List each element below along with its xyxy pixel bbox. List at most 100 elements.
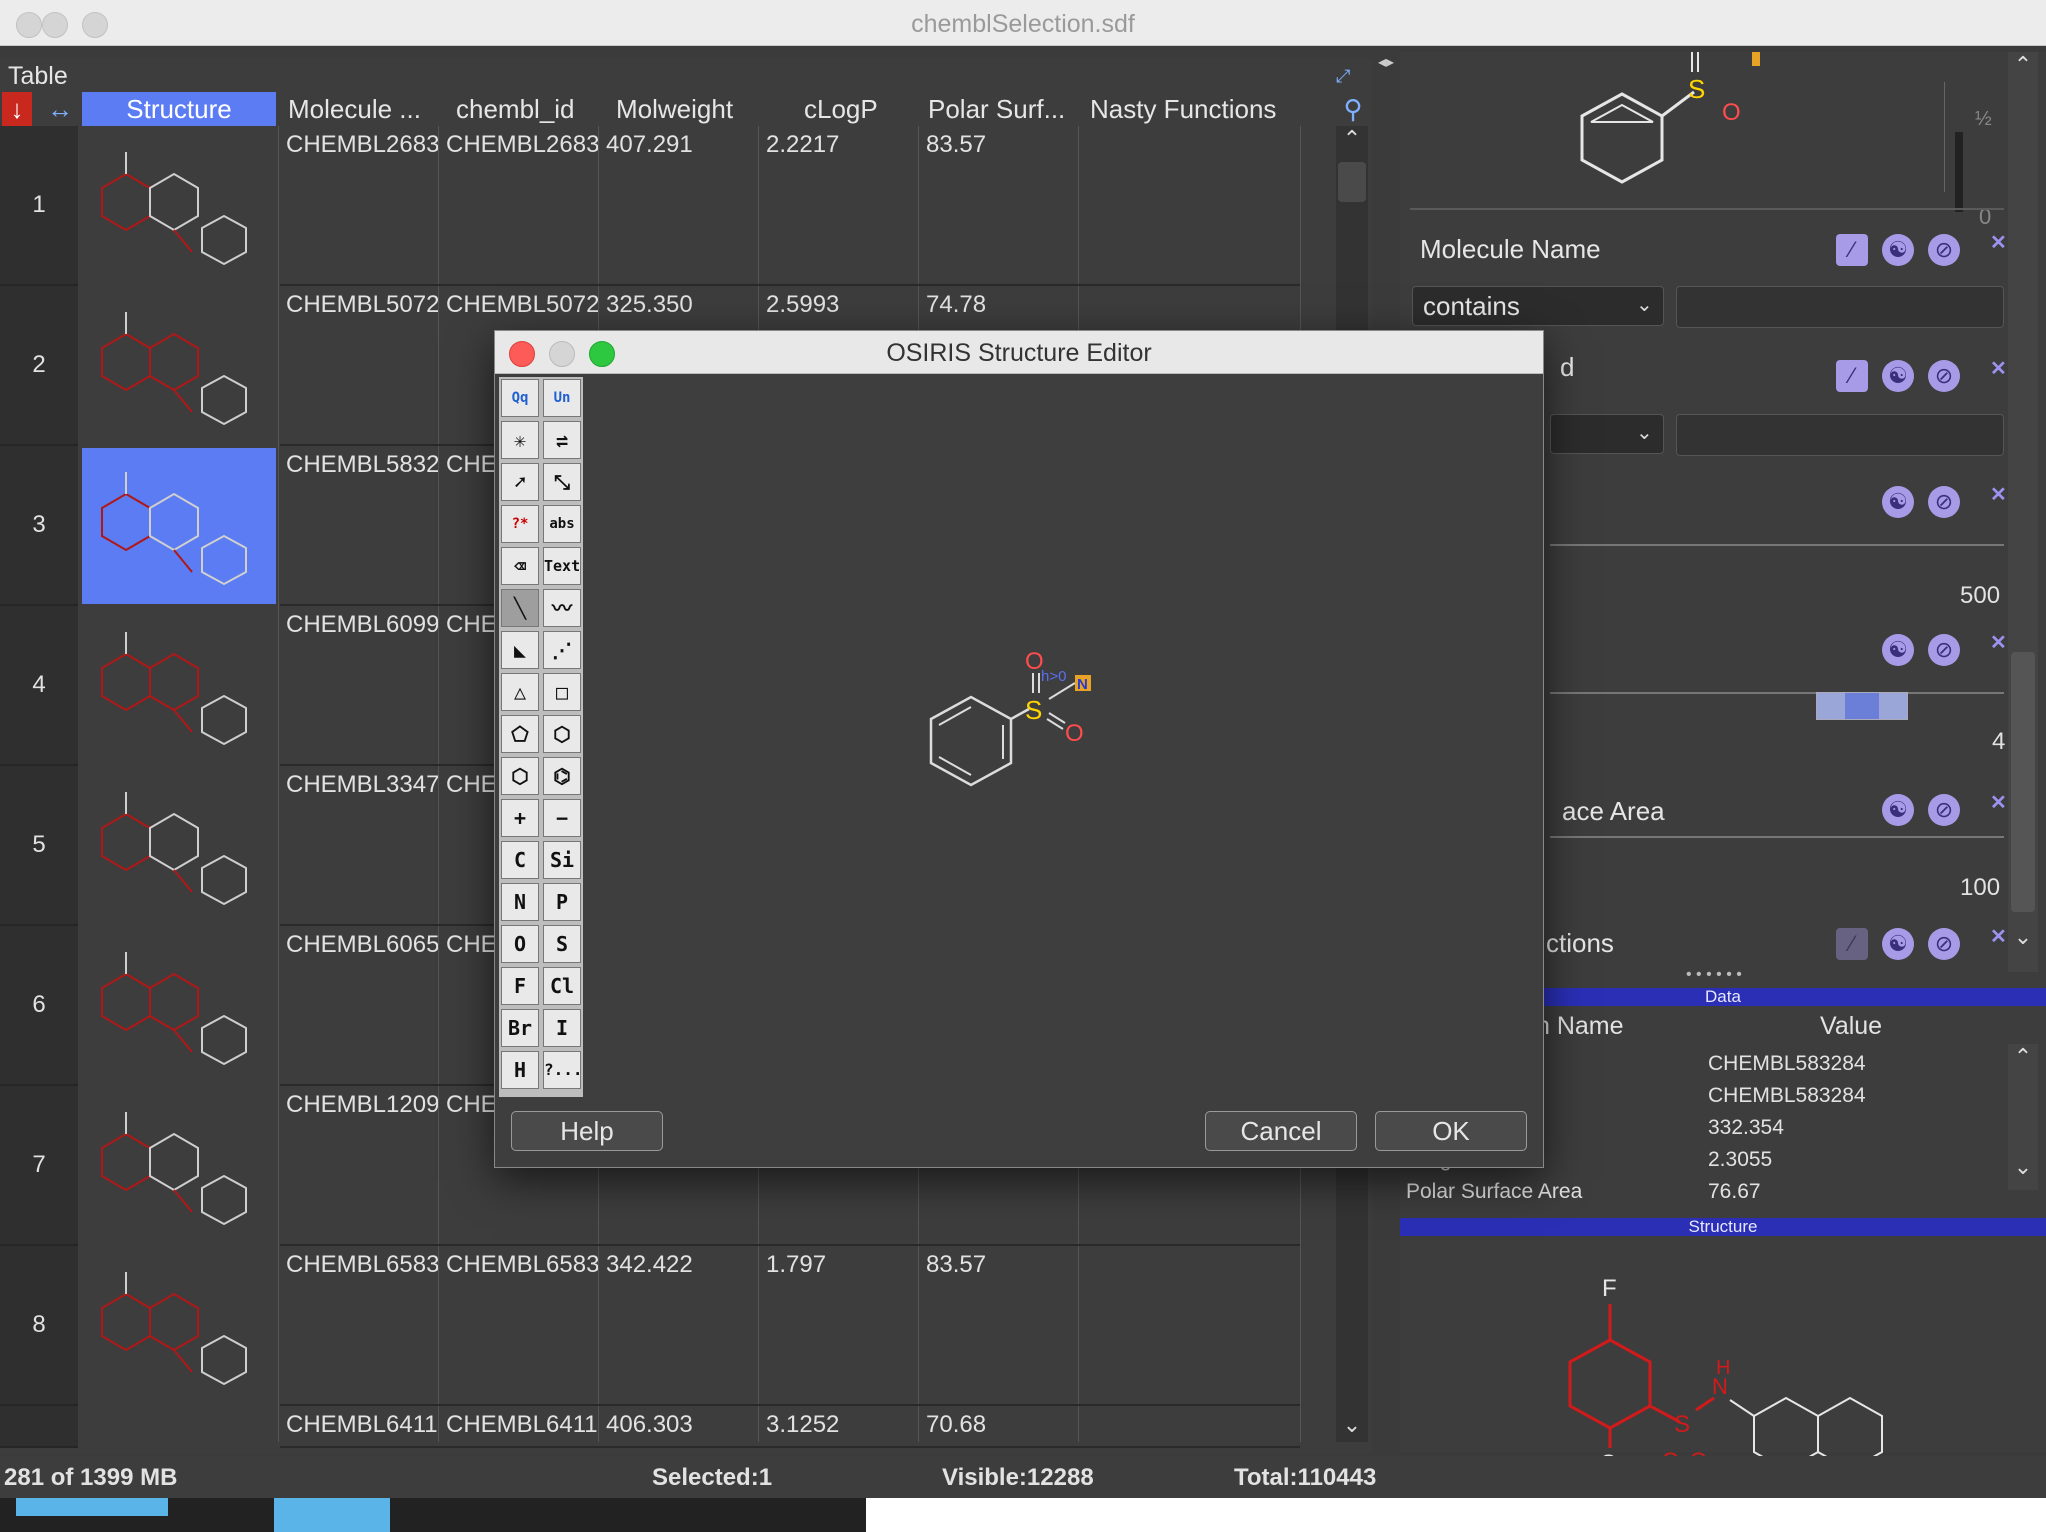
atom-s-button[interactable]: S: [543, 925, 581, 963]
atom-h-button[interactable]: H: [501, 1051, 539, 1089]
table-cell[interactable]: 3.1252: [762, 1408, 918, 1442]
table-cell[interactable]: 70.68: [922, 1408, 1078, 1442]
invert-filter-icon[interactable]: ☯: [1882, 360, 1914, 392]
molecule-name-filter-input[interactable]: [1676, 286, 2004, 328]
row-number[interactable]: 6: [0, 926, 78, 1086]
structure-cell[interactable]: [82, 928, 276, 1084]
drawing-canvas[interactable]: S O O h>0 N: [589, 377, 1539, 1097]
clean-structure-icon[interactable]: ✳: [501, 421, 539, 459]
table-cell[interactable]: CHEMBL5072: [442, 288, 598, 322]
structure-cell[interactable]: [82, 1408, 276, 1446]
invert-filter-icon[interactable]: ☯: [1882, 928, 1914, 960]
stereo-abs-icon[interactable]: abs: [543, 505, 581, 543]
invert-filter-icon[interactable]: ☯: [1882, 634, 1914, 666]
table-cell[interactable]: CHEMBL6411: [282, 1408, 438, 1442]
remove-filter-icon[interactable]: ⊘: [1928, 486, 1960, 518]
cyclopropane-icon[interactable]: △: [501, 673, 539, 711]
minus-charge-icon[interactable]: −: [543, 799, 581, 837]
eraser-icon[interactable]: ⌫: [501, 547, 539, 585]
column-header-chembl-id[interactable]: chembl_id: [456, 92, 606, 126]
row-number[interactable]: 3: [0, 446, 78, 606]
text-tool-icon[interactable]: Text: [543, 547, 581, 585]
table-cell[interactable]: 406.303: [602, 1408, 758, 1442]
atom-c-button[interactable]: C: [501, 841, 539, 879]
structure-cell[interactable]: [82, 448, 276, 604]
structure-cell[interactable]: [82, 288, 276, 444]
table-cell[interactable]: 2.2217: [762, 128, 918, 162]
structure-cell[interactable]: [82, 1088, 276, 1244]
row-number[interactable]: 2: [0, 286, 78, 446]
split-handle-icon[interactable]: • • • • • •: [1686, 966, 1742, 984]
remove-filter-icon[interactable]: ⊘: [1928, 360, 1960, 392]
cyclopentane-icon[interactable]: ⬠: [501, 715, 539, 753]
structure-cell[interactable]: [82, 128, 276, 284]
atom-cl-button[interactable]: Cl: [543, 967, 581, 1005]
maximize-panel-icon[interactable]: ⤢: [1336, 66, 1360, 86]
plus-charge-icon[interactable]: +: [501, 799, 539, 837]
structure-cell[interactable]: [82, 768, 276, 924]
table-cell[interactable]: CHEMBL2683: [442, 128, 598, 162]
close-filter-icon[interactable]: ✕: [1990, 924, 2007, 949]
close-filter-icon[interactable]: ✕: [1990, 230, 2007, 255]
close-filter-icon[interactable]: ✕: [1990, 356, 2007, 381]
column-header-structure[interactable]: Structure: [82, 92, 276, 126]
wedge-bond-icon[interactable]: ◣: [501, 631, 539, 669]
atom-f-button[interactable]: F: [501, 967, 539, 1005]
atom-n-button[interactable]: N: [501, 883, 539, 921]
ok-button[interactable]: OK: [1375, 1111, 1527, 1151]
table-cell[interactable]: 342.422: [602, 1248, 758, 1282]
table-cell[interactable]: 1.797: [762, 1248, 918, 1282]
invert-filter-icon[interactable]: ☯: [1882, 486, 1914, 518]
table-cell[interactable]: CHEMBL6583: [282, 1248, 438, 1282]
disable-filter-icon[interactable]: ⁄: [1836, 360, 1868, 392]
table-cell[interactable]: CHEMBL6099: [282, 608, 438, 642]
row-number[interactable]: 5: [0, 766, 78, 926]
cycloheptane-icon[interactable]: ⬡: [501, 757, 539, 795]
atom-i-button[interactable]: I: [543, 1009, 581, 1047]
remove-filter-icon[interactable]: ⊘: [1928, 928, 1960, 960]
details-scrollbar[interactable]: ⌃ ⌄: [2008, 1044, 2038, 1190]
table-cell[interactable]: 74.78: [922, 288, 1078, 322]
lasso-select-icon[interactable]: ➚: [501, 463, 539, 501]
table-cell[interactable]: CHEMBL5072: [282, 288, 438, 322]
disable-filter-icon[interactable]: ⁄: [1836, 928, 1868, 960]
atom-p-button[interactable]: P: [543, 883, 581, 921]
table-cell[interactable]: CHEMBL6065: [282, 928, 438, 962]
expand-columns-icon[interactable]: ↔: [44, 92, 76, 126]
structure-cell[interactable]: [82, 1248, 276, 1404]
search-icon[interactable]: ⚲: [1338, 92, 1368, 126]
undo-tool-icon[interactable]: Un: [543, 379, 581, 417]
close-filter-icon[interactable]: ✕: [1990, 482, 2007, 507]
remove-filter-icon[interactable]: ⊘: [1928, 794, 1960, 826]
table-cell[interactable]: CHEMBL6411: [442, 1408, 598, 1442]
table-cell[interactable]: CHEMBL1209: [282, 1088, 438, 1122]
hashed-bond-icon[interactable]: ⋰: [543, 631, 581, 669]
collapse-panel-icon[interactable]: ◂▸: [1378, 52, 1394, 72]
column-header-polar-surface[interactable]: Polar Surf...: [928, 92, 1078, 126]
molecule-name-operator-select[interactable]: contains: [1412, 286, 1664, 326]
invert-filter-icon[interactable]: ☯: [1882, 234, 1914, 266]
query-features-tool-icon[interactable]: Qq: [501, 379, 539, 417]
close-filter-icon[interactable]: ✕: [1990, 630, 2007, 655]
table-cell[interactable]: CHEMBL5832: [282, 448, 438, 482]
row-number[interactable]: 8: [0, 1246, 78, 1406]
flip-tool-icon[interactable]: ⇌: [543, 421, 581, 459]
row-number[interactable]: [0, 1406, 78, 1448]
structure-filter-preview[interactable]: S O: [1560, 52, 1760, 192]
atom-o-button[interactable]: O: [501, 925, 539, 963]
disable-filter-icon[interactable]: ⁄: [1836, 234, 1868, 266]
remove-filter-icon[interactable]: ⊘: [1928, 234, 1960, 266]
zoom-tool-icon[interactable]: ⤡: [543, 463, 581, 501]
table-cell[interactable]: CHEMBL6583: [442, 1248, 598, 1282]
cyclohexane-icon[interactable]: ⬡: [543, 715, 581, 753]
chembl-id-filter-input[interactable]: [1676, 414, 2004, 456]
structure-cell[interactable]: [82, 608, 276, 764]
remove-filter-icon[interactable]: ⊘: [1928, 634, 1960, 666]
close-filter-icon[interactable]: ✕: [1990, 790, 2007, 815]
benzene-icon[interactable]: ⌬: [543, 757, 581, 795]
row-number[interactable]: 1: [0, 126, 78, 286]
single-bond-tool-icon[interactable]: ╲: [501, 589, 539, 627]
filter-scrollbar[interactable]: ⌃ ⌄: [2008, 52, 2038, 972]
atom-other-button[interactable]: ?...: [543, 1051, 581, 1089]
help-button[interactable]: Help: [511, 1111, 663, 1151]
